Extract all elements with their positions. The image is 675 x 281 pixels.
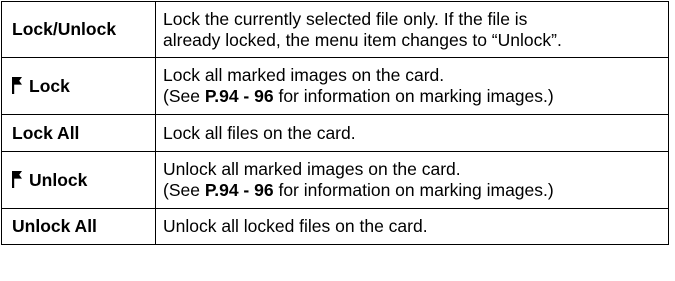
row-label: Lock All bbox=[1, 114, 156, 152]
table-row-lock-all: Lock All Lock all files on the card. bbox=[1, 114, 669, 152]
description-line: Unlock all locked files on the card. bbox=[163, 216, 428, 236]
note-suffix: for information on marking images.) bbox=[273, 180, 554, 200]
description-note: (See P.94 - 96 for information on markin… bbox=[163, 86, 662, 107]
row-description: Unlock all marked images on the card. (S… bbox=[155, 151, 669, 209]
flag-icon bbox=[12, 76, 22, 94]
row-label: Lock/Unlock bbox=[1, 1, 156, 58]
description-line: Unlock all marked images on the card. bbox=[163, 159, 461, 179]
table-row-marked-lock: Lock Lock all marked images on the card.… bbox=[1, 57, 669, 115]
page-reference: P.94 - 96 bbox=[204, 180, 274, 200]
note-suffix: for information on marking images.) bbox=[273, 86, 554, 106]
table-row-unlock-all: Unlock All Unlock all locked files on th… bbox=[1, 208, 669, 245]
row-label-text: Unlock All bbox=[12, 216, 97, 236]
row-description: Lock the currently selected file only. I… bbox=[155, 1, 669, 58]
row-description: Lock all files on the card. bbox=[155, 114, 669, 152]
row-label-text: Lock bbox=[29, 75, 70, 96]
description-note: (See P.94 - 96 for information on markin… bbox=[163, 180, 662, 201]
description-line: Lock the currently selected file only. I… bbox=[163, 8, 528, 29]
menu-options-table: Lock/Unlock Lock the currently selected … bbox=[1, 1, 669, 245]
row-label: Lock bbox=[1, 57, 156, 115]
description-line: Lock all marked images on the card. bbox=[163, 65, 445, 85]
description-line: Lock all files on the card. bbox=[163, 122, 356, 143]
table-row-lock-unlock: Lock/Unlock Lock the currently selected … bbox=[1, 1, 669, 58]
note-prefix: (See bbox=[163, 180, 205, 200]
row-label: Unlock bbox=[1, 151, 156, 209]
row-label-text: Lock All bbox=[12, 122, 80, 143]
page-reference: P.94 - 96 bbox=[204, 86, 274, 106]
flag-icon bbox=[12, 170, 22, 188]
row-label: Unlock All bbox=[1, 208, 156, 245]
row-label-text: Lock/Unlock bbox=[12, 19, 117, 39]
table-row-marked-unlock: Unlock Unlock all marked images on the c… bbox=[1, 151, 669, 209]
note-prefix: (See bbox=[163, 86, 205, 106]
row-description: Lock all marked images on the card. (See… bbox=[155, 57, 669, 115]
description-line: already locked, the menu item changes to… bbox=[163, 29, 562, 50]
row-label-text: Unlock bbox=[29, 169, 88, 190]
row-description: Unlock all locked files on the card. bbox=[155, 208, 669, 245]
